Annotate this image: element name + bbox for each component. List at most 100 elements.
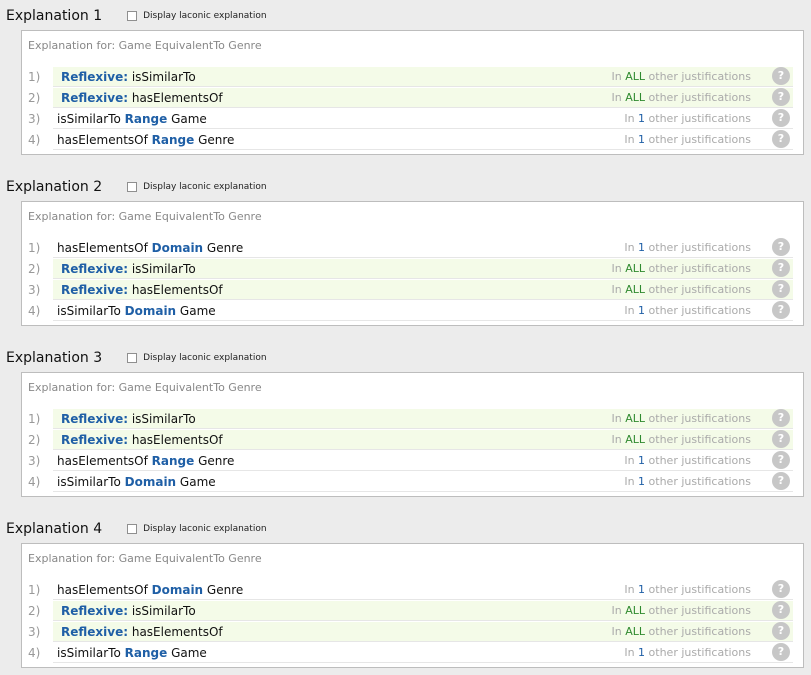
axiom-line[interactable]: isSimilarTo Range Game In 1 other justifi… bbox=[53, 109, 793, 129]
help-icon[interactable]: ? bbox=[772, 67, 790, 85]
axiom-line[interactable]: isSimilarTo Domain Game In 1 other justif… bbox=[53, 472, 793, 492]
laconic-checkbox[interactable] bbox=[127, 11, 138, 21]
axiom-row: 1) hasElementsOf Domain Genre In 1 other j… bbox=[22, 580, 804, 600]
justification-number: ALL bbox=[625, 604, 646, 617]
justification-number: ALL bbox=[625, 283, 646, 296]
axiom-row: 2) Reflexive: isSimilarTo In ALL other jus… bbox=[22, 259, 804, 279]
axiom-line[interactable]: Reflexive: hasElementsOf In ALL other jus… bbox=[53, 622, 793, 642]
help-icon[interactable]: ? bbox=[772, 622, 790, 640]
help-icon[interactable]: ? bbox=[772, 109, 790, 127]
help-icon[interactable]: ? bbox=[772, 130, 790, 148]
justification-prefix: In bbox=[611, 262, 626, 275]
axiom-post: Game bbox=[176, 304, 216, 318]
axiom-line[interactable]: isSimilarTo Range Game In 1 other justifi… bbox=[53, 643, 793, 663]
help-icon[interactable]: ? bbox=[772, 238, 790, 256]
axiom-post: isSimilarTo bbox=[128, 412, 196, 426]
axiom-post: Genre bbox=[194, 454, 235, 468]
axiom-text: Reflexive: isSimilarTo bbox=[61, 259, 196, 279]
help-icon[interactable]: ? bbox=[772, 409, 790, 427]
row-number: 1) bbox=[28, 412, 41, 426]
row-number: 2) bbox=[28, 433, 41, 447]
axiom-keyword: Reflexive: bbox=[61, 70, 129, 84]
help-icon[interactable]: ? bbox=[772, 280, 790, 298]
justification-prefix: In bbox=[624, 454, 639, 467]
axiom-line[interactable]: Reflexive: isSimilarTo In ALL other justi… bbox=[53, 601, 793, 621]
explanation-for-label: Explanation for: Game EquivalentTo Genre bbox=[28, 381, 262, 394]
justification-count: In ALL other justifications bbox=[612, 259, 751, 279]
justification-count: In 1 other justifications bbox=[624, 109, 751, 129]
axiom-pre: isSimilarTo bbox=[57, 112, 125, 126]
laconic-toggle[interactable]: Display laconic explanation bbox=[127, 182, 267, 192]
laconic-checkbox[interactable] bbox=[127, 353, 138, 363]
axiom-line[interactable]: isSimilarTo Domain Game In 1 other justif… bbox=[53, 301, 793, 321]
laconic-checkbox[interactable] bbox=[127, 524, 138, 534]
laconic-label: Display laconic explanation bbox=[143, 353, 267, 363]
axiom-post: hasElementsOf bbox=[128, 283, 223, 297]
explanation-title: Explanation 2 bbox=[6, 179, 103, 195]
laconic-toggle[interactable]: Display laconic explanation bbox=[127, 11, 267, 21]
explanation-header: Explanation 3 Display laconic explanation bbox=[6, 348, 267, 368]
row-number: 2) bbox=[28, 91, 41, 105]
axiom-text: hasElementsOf Range Genre bbox=[57, 130, 234, 150]
justification-suffix: other justifications bbox=[645, 262, 751, 275]
axiom-row: 4) isSimilarTo Domain Game In 1 other just… bbox=[22, 301, 804, 321]
justification-number: 1 bbox=[638, 304, 646, 317]
axiom-line[interactable]: hasElementsOf Range Genre In 1 other just… bbox=[53, 130, 793, 150]
justification-suffix: other justifications bbox=[645, 133, 751, 146]
axiom-text: isSimilarTo Range Game bbox=[57, 109, 207, 129]
laconic-toggle[interactable]: Display laconic explanation bbox=[127, 524, 267, 534]
row-number: 3) bbox=[28, 625, 41, 639]
help-icon[interactable]: ? bbox=[772, 580, 790, 598]
axiom-line[interactable]: Reflexive: isSimilarTo In ALL other justi… bbox=[53, 259, 793, 279]
axiom-line[interactable]: hasElementsOf Domain Genre In 1 other jus… bbox=[53, 580, 793, 600]
help-icon[interactable]: ? bbox=[772, 601, 790, 619]
help-icon[interactable]: ? bbox=[772, 643, 790, 661]
row-number: 1) bbox=[28, 583, 41, 597]
justification-suffix: other justifications bbox=[645, 304, 751, 317]
axiom-keyword: Range bbox=[124, 112, 168, 126]
axiom-text: hasElementsOf Range Genre bbox=[57, 451, 234, 471]
justification-count: In ALL other justifications bbox=[612, 409, 751, 429]
justification-number: 1 bbox=[638, 646, 646, 659]
axiom-line[interactable]: hasElementsOf Range Genre In 1 other just… bbox=[53, 451, 793, 471]
justification-suffix: other justifications bbox=[645, 433, 751, 446]
axiom-keyword: Domain bbox=[151, 583, 204, 597]
justification-count: In 1 other justifications bbox=[624, 238, 751, 258]
justification-suffix: other justifications bbox=[645, 625, 751, 638]
justification-prefix: In bbox=[611, 433, 626, 446]
axiom-post: isSimilarTo bbox=[128, 262, 196, 276]
axiom-keyword: Reflexive: bbox=[61, 604, 129, 618]
help-icon[interactable]: ? bbox=[772, 88, 790, 106]
axiom-post: Game bbox=[167, 646, 207, 660]
help-icon[interactable]: ? bbox=[772, 301, 790, 319]
help-icon[interactable]: ? bbox=[772, 430, 790, 448]
help-icon[interactable]: ? bbox=[772, 259, 790, 277]
axiom-pre: hasElementsOf bbox=[57, 454, 152, 468]
axiom-line[interactable]: Reflexive: hasElementsOf In ALL other jus… bbox=[53, 280, 793, 300]
axiom-line[interactable]: hasElementsOf Domain Genre In 1 other jus… bbox=[53, 238, 793, 258]
axiom-row: 1) hasElementsOf Domain Genre In 1 other j… bbox=[22, 238, 804, 258]
axiom-keyword: Domain bbox=[124, 304, 177, 318]
laconic-checkbox[interactable] bbox=[127, 182, 138, 192]
justification-number: 1 bbox=[638, 475, 646, 488]
help-icon[interactable]: ? bbox=[772, 472, 790, 490]
justification-count: In 1 other justifications bbox=[624, 580, 751, 600]
axiom-row: 4) isSimilarTo Range Game In 1 other justi… bbox=[22, 643, 804, 663]
justification-prefix: In bbox=[624, 475, 639, 488]
explanation-header: Explanation 4 Display laconic explanation bbox=[6, 519, 267, 539]
help-icon[interactable]: ? bbox=[772, 451, 790, 469]
justification-suffix: other justifications bbox=[645, 583, 751, 596]
laconic-label: Display laconic explanation bbox=[143, 524, 267, 534]
axiom-line[interactable]: Reflexive: hasElementsOf In ALL other jus… bbox=[53, 430, 793, 450]
axiom-text: isSimilarTo Domain Game bbox=[57, 301, 216, 321]
justification-count: In 1 other justifications bbox=[624, 643, 751, 663]
axiom-line[interactable]: Reflexive: hasElementsOf In ALL other jus… bbox=[53, 88, 793, 108]
laconic-toggle[interactable]: Display laconic explanation bbox=[127, 353, 267, 363]
axiom-pre: isSimilarTo bbox=[57, 646, 125, 660]
justification-prefix: In bbox=[624, 646, 639, 659]
justification-prefix: In bbox=[624, 304, 639, 317]
axiom-post: Game bbox=[176, 475, 216, 489]
axiom-row: 4) hasElementsOf Range Genre In 1 other ju… bbox=[22, 130, 804, 150]
axiom-line[interactable]: Reflexive: isSimilarTo In ALL other justi… bbox=[53, 67, 793, 87]
axiom-line[interactable]: Reflexive: isSimilarTo In ALL other justi… bbox=[53, 409, 793, 429]
